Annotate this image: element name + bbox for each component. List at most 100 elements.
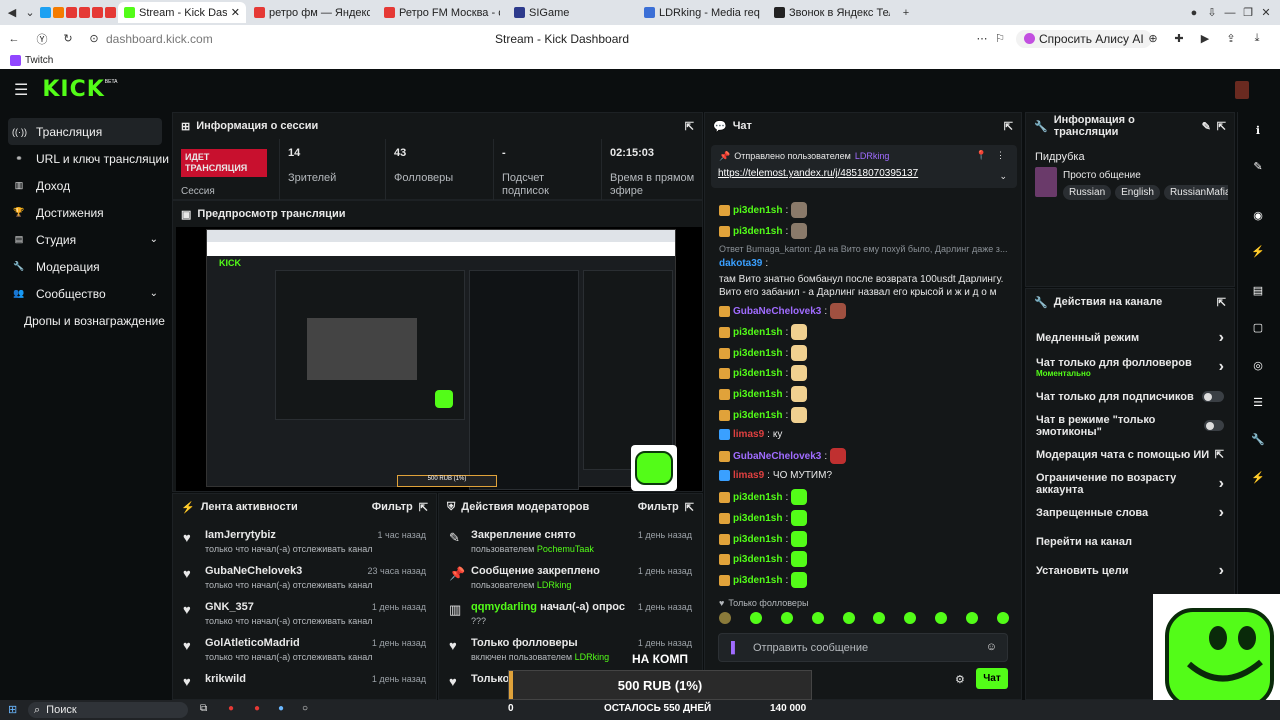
- chat-message[interactable]: pi3den1sh:: [719, 223, 1011, 239]
- windows-icon[interactable]: ⊞: [8, 703, 17, 716]
- activity-item[interactable]: ♥ GolAtleticoMadrid только что начал(-а) о…: [173, 632, 436, 668]
- mod-action-item[interactable]: 📌 Сообщение закреплено пользователем LDRki…: [439, 560, 702, 596]
- minimize-icon[interactable]: —: [1222, 5, 1238, 21]
- yandex-browser-icon[interactable]: ●: [254, 703, 260, 714]
- pinned-message[interactable]: 📌 Отправлено пользователем LDRking https:/…: [711, 145, 1017, 188]
- chevron-right-icon[interactable]: ›: [1219, 475, 1224, 493]
- download-icon[interactable]: ⇩: [1204, 5, 1220, 21]
- clipboard-icon[interactable]: ▤: [1250, 282, 1266, 298]
- download-icon[interactable]: ⤓: [1249, 31, 1265, 47]
- emote-picker-icon[interactable]: [719, 612, 731, 624]
- alice-button[interactable]: Спросить Алису AI: [1016, 29, 1152, 48]
- chat-message[interactable]: pi3den1sh:: [719, 324, 1011, 340]
- chat-username[interactable]: pi3den1sh: [733, 574, 782, 587]
- back-icon[interactable]: ←: [6, 31, 22, 47]
- browser-tab[interactable]: Звонок в Яндекс Телемос: [768, 2, 896, 23]
- toggle-switch[interactable]: [1204, 420, 1224, 431]
- chat-username[interactable]: pi3den1sh: [733, 409, 782, 422]
- chat-message[interactable]: pi3den1sh:: [719, 572, 1011, 588]
- sidebar-item[interactable]: ((·)) Трансляция: [8, 118, 162, 145]
- bolt-icon[interactable]: ⚡: [1250, 469, 1266, 485]
- sidebar-item[interactable]: ⚭ URL и ключ трансляции: [0, 145, 170, 172]
- external-link-icon[interactable]: ⇱: [1215, 448, 1224, 461]
- mod-user[interactable]: qqmydarling: [471, 601, 537, 613]
- close-tab-icon[interactable]: ✕: [231, 6, 240, 19]
- more-icon[interactable]: ⋯: [974, 31, 990, 47]
- tab-icon[interactable]: [40, 7, 51, 18]
- settings-icon[interactable]: ⚙: [955, 673, 965, 686]
- camera-icon[interactable]: ◉: [1250, 207, 1266, 223]
- taskview-icon[interactable]: ⧉: [200, 703, 207, 714]
- chat-message[interactable]: pi3den1sh:: [719, 365, 1011, 381]
- broadcast-icon[interactable]: ◎: [1250, 357, 1266, 373]
- chevron-right-icon[interactable]: ›: [1219, 562, 1224, 580]
- chat-username[interactable]: pi3den1sh: [733, 204, 782, 217]
- chat-message[interactable]: pi3den1sh:: [719, 407, 1011, 423]
- pinned-link[interactable]: https://telemost.yandex.ru/j/48518070395…: [718, 168, 918, 179]
- restore-icon[interactable]: ❐: [1240, 5, 1256, 21]
- chat-message[interactable]: GubaNeChelovek3:: [719, 303, 1011, 319]
- emote-picker-icon[interactable]: [842, 612, 855, 624]
- activity-item[interactable]: ♥ IamJerrytybiz только что начал(-а) отсле…: [173, 524, 436, 560]
- speaker-icon[interactable]: ◀: [4, 5, 20, 21]
- tab-icon[interactable]: [105, 7, 116, 18]
- chat-username[interactable]: pi3den1sh: [733, 553, 782, 566]
- mod-action-item[interactable]: ▥ qqmydarling начал(-а) опрос??? 1 день на…: [439, 596, 702, 632]
- emote-picker-icon[interactable]: [811, 612, 824, 624]
- chat-input[interactable]: ▌ Отправить сообщение ☺: [718, 633, 1008, 662]
- browser-tab[interactable]: LDRking - Media req: [638, 2, 766, 23]
- bookmark-icon[interactable]: ⚐: [992, 31, 1008, 47]
- chat-message[interactable]: pi3den1sh:: [719, 551, 1011, 567]
- chat-message[interactable]: limas9: ЧО МУТИМ?: [719, 469, 1011, 482]
- stream-tag[interactable]: English: [1115, 185, 1160, 200]
- chat-username[interactable]: pi3den1sh: [733, 491, 782, 504]
- sidebar-item[interactable]: 🏆 Достижения: [0, 199, 170, 226]
- toggle-switch[interactable]: [1202, 391, 1224, 402]
- popout-icon[interactable]: ⇱: [1217, 296, 1226, 309]
- list-icon[interactable]: ☰: [1250, 394, 1266, 410]
- activity-item[interactable]: ♥ krikwild 1 день назад: [173, 668, 436, 699]
- chat-send-button[interactable]: Чат: [976, 668, 1008, 689]
- preview-video[interactable]: KICK 500 RUB (1%): [176, 227, 702, 491]
- emoji-icon[interactable]: ☺: [986, 641, 997, 653]
- chat-username[interactable]: limas9: [733, 469, 764, 482]
- sidebar-item[interactable]: ▥ Доход: [0, 172, 170, 199]
- sidebar-item[interactable]: 👥 Сообщество ⌄: [0, 280, 170, 307]
- category-thumbnail[interactable]: [1035, 167, 1057, 197]
- browser-tab[interactable]: Stream - Kick Dashb ✕: [118, 2, 246, 23]
- info-icon[interactable]: ℹ: [1250, 122, 1266, 138]
- unpin-icon[interactable]: 📍: [976, 150, 987, 161]
- emote-picker-icon[interactable]: [935, 612, 948, 624]
- url-text[interactable]: dashboard.kick.com: [106, 32, 213, 46]
- channel-action[interactable]: Ограничение по возрасту аккаунта ›: [1026, 469, 1234, 498]
- chat-message[interactable]: GubaNeChelovek3:: [719, 448, 1011, 464]
- chevron-right-icon[interactable]: ›: [1219, 358, 1224, 376]
- chat-username[interactable]: pi3den1sh: [733, 367, 782, 380]
- taskbar-search[interactable]: ⌕ Поиск: [28, 702, 188, 718]
- emote-picker-icon[interactable]: [873, 612, 886, 624]
- channel-action[interactable]: Медленный режим ›: [1026, 323, 1234, 352]
- app-icon[interactable]: ●: [228, 703, 234, 714]
- channel-action[interactable]: Модерация чата с помощью ИИ ⇱: [1026, 440, 1234, 469]
- emote-picker-icon[interactable]: [996, 612, 1009, 624]
- chat-message[interactable]: pi3den1sh:: [719, 531, 1011, 547]
- tab-icon[interactable]: [92, 7, 103, 18]
- bolt-icon[interactable]: ⚡: [1250, 243, 1266, 259]
- activity-item[interactable]: ♥ GNK_357 только что начал(-а) отслеживать…: [173, 596, 436, 632]
- close-icon[interactable]: ✕: [1258, 5, 1274, 21]
- extension-icon[interactable]: ⊕: [1145, 31, 1161, 47]
- chevron-right-icon[interactable]: ›: [1219, 329, 1224, 347]
- chat-username[interactable]: GubaNeChelovek3: [733, 305, 821, 318]
- new-tab-icon[interactable]: +: [898, 5, 914, 21]
- chat-username[interactable]: dakota39: [719, 257, 762, 270]
- chat-username[interactable]: pi3den1sh: [733, 347, 782, 360]
- emote-picker-icon[interactable]: [966, 612, 978, 624]
- yandex-icon[interactable]: Ⓨ: [34, 31, 50, 47]
- sidebar-item[interactable]: Дропы и вознаграждение: [0, 307, 170, 334]
- app-icon[interactable]: ○: [302, 703, 308, 714]
- channel-action[interactable]: Чат только для фолловеров Моментально ›: [1026, 352, 1234, 382]
- sidebar-item[interactable]: ▤ Студия ⌄: [0, 226, 170, 253]
- chat-icon[interactable]: ▢: [1250, 319, 1266, 335]
- mod-user[interactable]: PochemuTaak: [537, 544, 594, 554]
- mod-filter-button[interactable]: Фильтр: [638, 501, 679, 513]
